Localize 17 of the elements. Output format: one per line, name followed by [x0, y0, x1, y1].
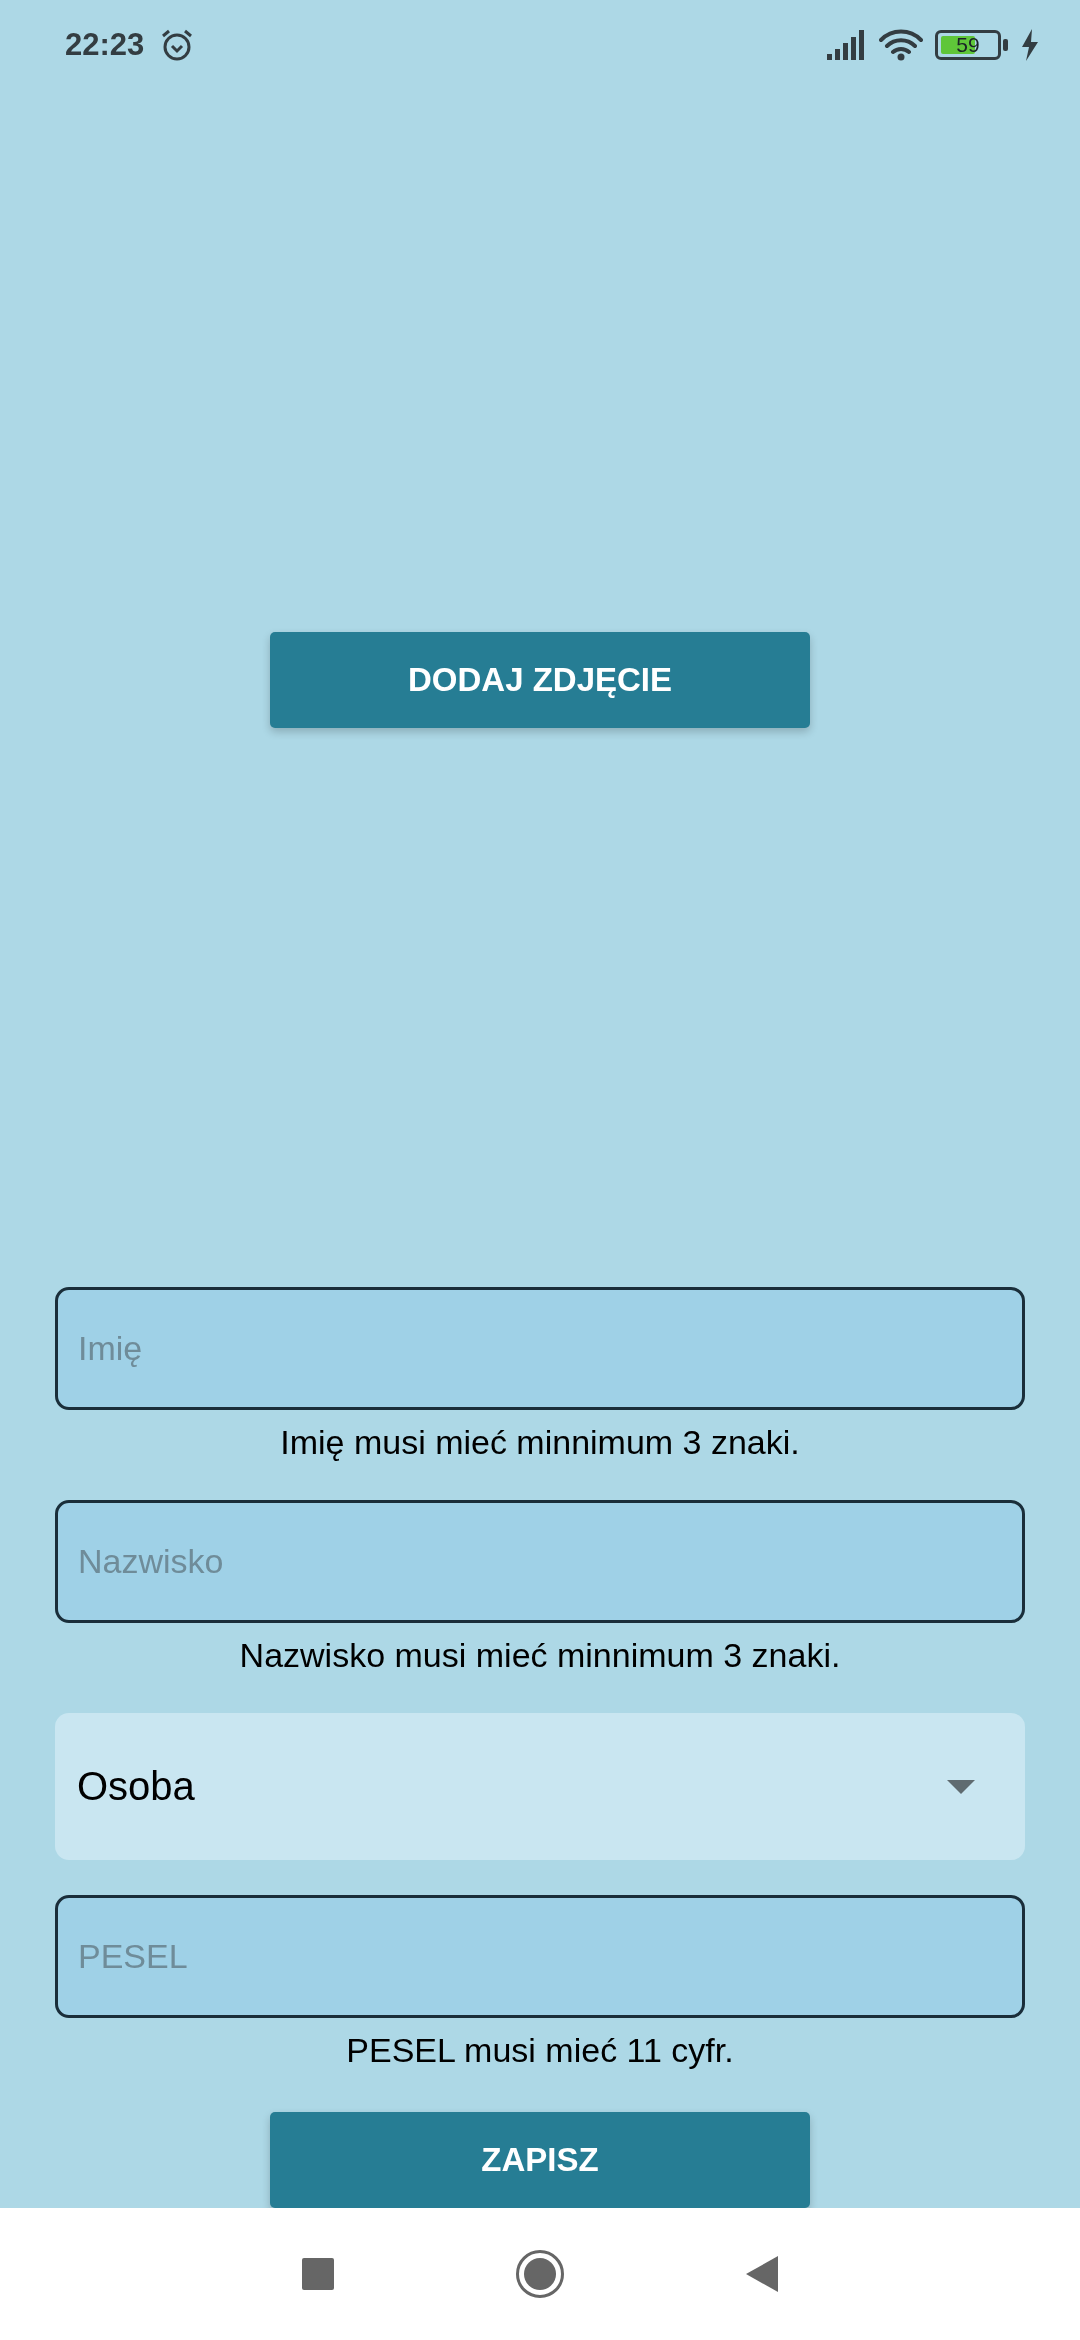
input-field[interactable]: Nazwisko: [55, 1500, 1025, 1623]
input-field[interactable]: PESEL: [55, 1895, 1025, 2018]
signal-icon: [827, 29, 867, 60]
home-icon[interactable]: [515, 2249, 565, 2299]
error-text: Nazwisko musi mieć minnimum 3 znaki.: [238, 1635, 842, 1676]
caret-icon: [947, 1779, 975, 1794]
alarm-clock-icon: [160, 27, 195, 62]
dropdown[interactable]: Osoba: [55, 1713, 1025, 1860]
error-text: PESEL musi mieć 11 cyfr.: [345, 2030, 735, 2071]
back-icon[interactable]: [746, 2256, 778, 2292]
error-text: Imię musi mieć minnimum 3 znaki.: [279, 1422, 801, 1463]
input-field[interactable]: Imię: [55, 1287, 1025, 1410]
add-photo-button[interactable]: DODAJ ZDJĘCIE: [270, 631, 810, 728]
charging-icon: [1020, 28, 1040, 61]
save-button[interactable]: ZAPISZ: [270, 2112, 810, 2208]
wifi-icon: [879, 27, 923, 62]
clock-time: 22:23: [65, 26, 145, 63]
